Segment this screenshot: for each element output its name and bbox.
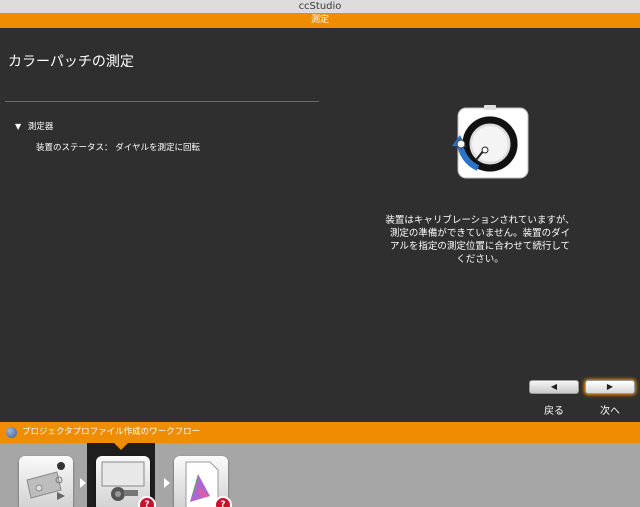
- divider: [5, 101, 319, 102]
- window-title: ccStudio: [0, 0, 640, 13]
- colorimeter-dial-icon: [444, 102, 534, 192]
- section-header: 測定: [0, 13, 640, 28]
- message-line: 装置はキャリブレーションされていますが、: [385, 215, 575, 226]
- back-button[interactable]: ◀: [529, 380, 579, 394]
- workflow-step-profile[interactable]: ?: [174, 456, 232, 507]
- globe-icon: [6, 427, 17, 438]
- disclosure-triangle-icon: ▼: [15, 122, 22, 131]
- message-line: 測定の準備ができていません。装置のダイ: [389, 228, 571, 239]
- projector-settings-icon: [26, 462, 65, 500]
- workflow-steps: ? ?: [0, 443, 640, 507]
- next-button[interactable]: ▶: [585, 380, 635, 394]
- step-arrow-icon: [164, 478, 170, 488]
- help-badge-icon[interactable]: ?: [214, 496, 232, 507]
- workflow-title: プロジェクタプロファイル作成のワークフロー: [22, 427, 201, 437]
- back-label: 戻る: [544, 406, 564, 417]
- message-line: アルを指定の測定位置に合わせて続行して: [389, 241, 571, 252]
- instruction-message: 装置はキャリブレーションされていますが、 測定の準備ができていません。装置のダイ…: [360, 214, 600, 266]
- active-step-pointer-icon: [114, 443, 128, 450]
- status-label: 装置のステータス：: [36, 143, 113, 153]
- next-label: 次へ: [600, 406, 620, 417]
- status-value: ダイヤルを測定に回転: [115, 143, 200, 153]
- section-label: 測定器: [27, 122, 54, 132]
- triangle-right-icon: ▶: [606, 382, 614, 391]
- workflow-step-measure[interactable]: ?: [96, 456, 156, 507]
- step-arrow-icon: [80, 478, 86, 488]
- message-line: ください。: [456, 254, 504, 265]
- help-badge-icon[interactable]: ?: [138, 496, 156, 507]
- device-status: 装置のステータス： ダイヤルを測定に回転: [36, 141, 200, 153]
- section-toggle-instrument[interactable]: ▼ 測定器: [15, 120, 53, 132]
- page-title: カラーパッチの測定: [8, 54, 134, 70]
- workflow-header: プロジェクタプロファイル作成のワークフロー: [0, 422, 640, 443]
- workflow-step-projector-settings[interactable]: [19, 456, 73, 507]
- triangle-left-icon: ◀: [550, 382, 558, 391]
